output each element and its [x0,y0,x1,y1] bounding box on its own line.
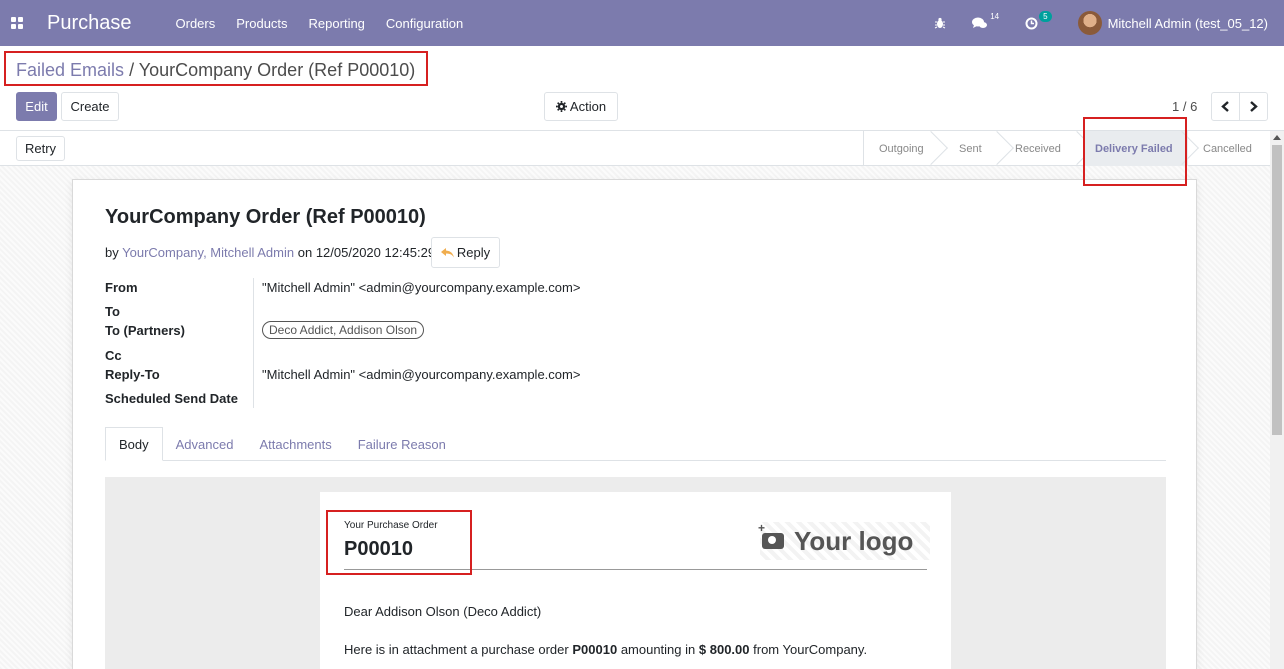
byline-prefix: by [105,245,119,260]
menu-reporting[interactable]: Reporting [309,16,365,31]
logo-text: Your logo [794,525,914,556]
menu-configuration[interactable]: Configuration [386,16,463,31]
activities-icon[interactable]: 5 [1025,10,1052,30]
status-step-outgoing[interactable]: Outgoing [864,131,948,166]
status-step-received[interactable]: Received [1003,131,1094,166]
company-logo: Your logo [758,521,930,560]
status-step-label: Sent [959,142,982,155]
to-partners-label: To (Partners) [105,323,185,338]
mail-line-prefix: Here is in attachment a purchase order [344,642,569,657]
status-step-cancelled[interactable]: Cancelled [1188,131,1270,166]
apps-menu-icon[interactable] [11,17,23,29]
scroll-thumb[interactable] [1272,145,1282,435]
action-button[interactable]: Action [544,92,618,121]
top-navbar: Purchase Orders Products Reporting Confi… [0,0,1284,46]
messages-count: 14 [990,12,1000,21]
mail-divider [344,569,927,570]
message-byline: by YourCompany, Mitchell Admin on 12/05/… [105,245,435,260]
page-scrollbar[interactable] [1270,131,1284,669]
edit-button[interactable]: Edit [16,92,57,121]
tab-advanced[interactable]: Advanced [163,427,247,461]
from-label: From [105,280,138,295]
systray: 14 5 Mitchell Admin (test_05_12) [934,0,1284,46]
create-button[interactable]: Create [61,92,119,121]
gear-icon [555,101,567,112]
control-panel: Failed Emails / YourCompany Order (Ref P… [0,46,1284,131]
fields-divider [253,278,254,408]
mail-line-mid: amounting in [620,642,696,657]
status-step-label: Delivery Failed [1095,142,1173,155]
breadcrumb: Failed Emails / YourCompany Order (Ref P… [16,60,415,81]
mail-body: Your Purchase Order P00010 Your logo Dea… [320,492,951,669]
to-label: To [105,304,120,319]
mail-line-ref: P00010 [572,642,618,657]
debug-icon[interactable] [934,17,946,29]
message-subject: YourCompany Order (Ref P00010) [105,206,426,228]
mail-body-frame: Your Purchase Order P00010 Your logo Dea… [105,477,1166,669]
reply-icon [440,245,454,261]
activities-count: 5 [1039,10,1052,22]
tab-attachments[interactable]: Attachments [246,427,344,461]
chevron-left-icon [1221,101,1229,112]
cc-label: Cc [105,348,122,363]
form-statusbar: Retry Outgoing Sent Received Delivery Fa… [0,131,1270,166]
tab-body[interactable]: Body [105,427,163,461]
reply-to-label: Reply-To [105,367,160,382]
pager-next-button[interactable] [1239,92,1268,121]
tab-failure-reason[interactable]: Failure Reason [345,427,459,461]
partner-tag[interactable]: Deco Addict, Addison Olson [262,321,425,339]
breadcrumb-separator: / [129,60,135,80]
scroll-up-icon[interactable] [1273,135,1281,140]
main-menu: Orders Products Reporting Configuration [176,16,485,31]
menu-orders[interactable]: Orders [176,16,216,31]
pager-previous-button[interactable] [1211,92,1240,121]
status-step-sent[interactable]: Sent [937,131,1014,166]
camera-icon [758,521,784,549]
po-label: Your Purchase Order [344,520,438,531]
user-avatar[interactable] [1077,11,1102,35]
mail-greeting: Dear Addison Olson (Deco Addict) [344,604,542,619]
action-label: Action [569,99,607,114]
retry-button[interactable]: Retry [16,136,65,161]
breadcrumb-parent[interactable]: Failed Emails [16,60,124,80]
message-date: 12/05/2020 12:45:29 [315,245,436,260]
chevron-right-icon [1250,101,1258,112]
to-partners-value: Deco Addict, Addison Olson [262,321,425,339]
scheduled-send-date-label: Scheduled Send Date [105,391,238,406]
user-menu[interactable]: Mitchell Admin (test_05_12) [1108,16,1268,31]
app-name[interactable]: Purchase [47,12,132,35]
reply-button[interactable]: Reply [431,237,500,268]
pager-value[interactable]: 1 / 6 [1172,99,1197,114]
mail-line-suffix: from YourCompany. [753,642,868,657]
mail-line: Here is in attachment a purchase order P… [344,642,867,657]
byline-date-prefix: on [297,245,313,260]
status-step-label: Received [1015,142,1061,155]
from-value: "Mitchell Admin" <admin@yourcompany.exam… [262,280,581,295]
status-step-label: Cancelled [1203,142,1252,155]
status-step-delivery-failed[interactable]: Delivery Failed [1083,131,1199,166]
reply-to-value: "Mitchell Admin" <admin@yourcompany.exam… [262,367,581,382]
po-number: P00010 [344,538,413,560]
messages-icon[interactable]: 14 [972,12,999,29]
notebook-tabs: Body Advanced Attachments Failure Reason [105,427,1166,461]
status-steps: Outgoing Sent Received Delivery Failed C… [863,131,1270,166]
message-authors[interactable]: YourCompany, Mitchell Admin [122,245,294,260]
breadcrumb-current: YourCompany Order (Ref P00010) [138,60,416,80]
reply-label: Reply [456,245,491,260]
form-sheet: YourCompany Order (Ref P00010) by YourCo… [72,179,1197,669]
menu-products[interactable]: Products [236,16,287,31]
mail-line-amount: $ 800.00 [698,642,750,657]
